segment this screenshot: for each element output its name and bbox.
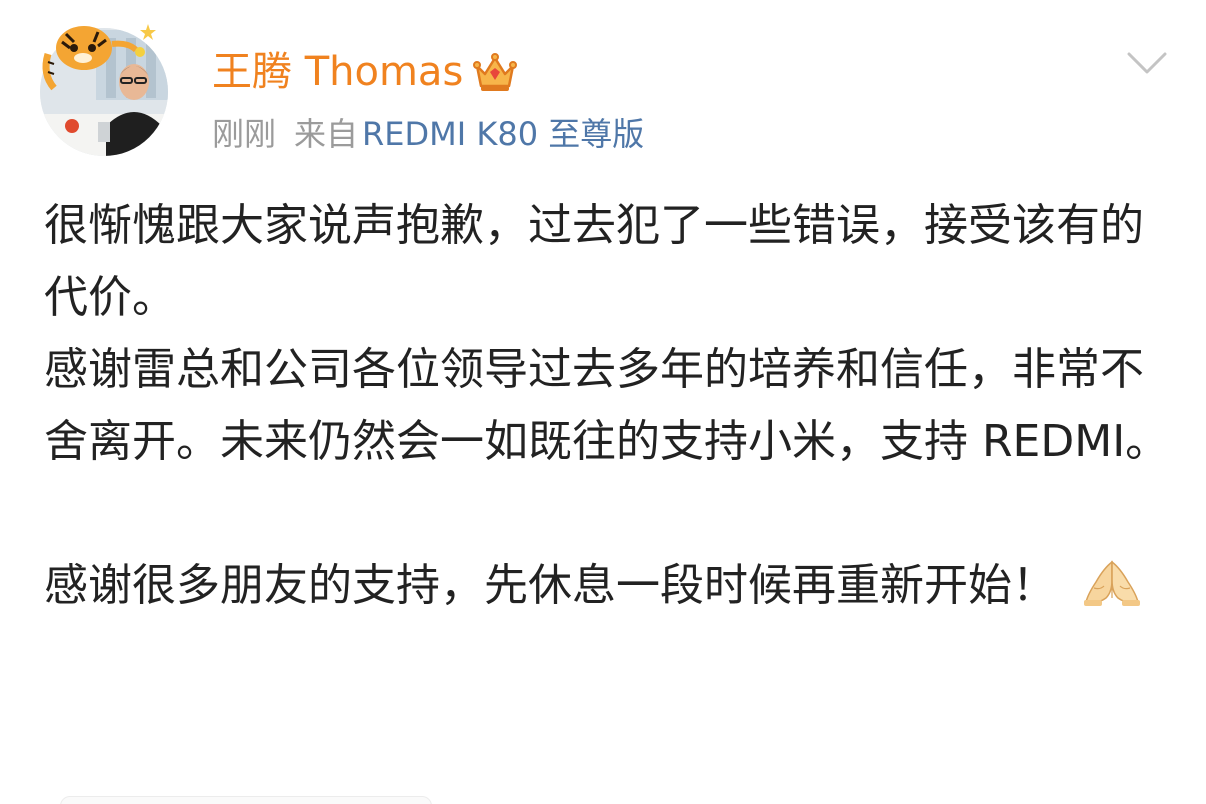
author-row: 王腾 Thomas [212,44,518,100]
post-time: 刚刚 [212,115,277,153]
next-card-edge [60,796,432,804]
post-paragraph-with-emoji: 感谢很多朋友的支持，先休息一段时候再重新开始！ [44,550,1174,622]
source-label: 来自 [294,115,359,153]
post-content: 很惭愧跟大家说声抱歉，过去犯了一些错误，接受该有的代价。 感谢雷总和公司各位领导… [44,190,1174,622]
weibo-post: 王腾 Thomas 刚刚 来自 REDMI K80 至尊版 很惭愧跟大家说声抱歉，过… [0,0,1206,804]
post-paragraph: 很惭愧跟大家说声抱歉，过去犯了一些错误，接受该有的代价。 [44,200,1144,323]
avatar-image [40,24,168,156]
crown-icon [473,53,518,91]
post-paragraph: 感谢雷总和公司各位领导过去多年的培养和信任，非常不舍离开。未来仍然会一如既往的支… [44,344,1170,467]
pray-hands-icon [1084,560,1140,606]
avatar[interactable] [36,14,172,160]
chevron-down-icon[interactable] [1126,48,1168,78]
source-device-link[interactable]: REDMI K80 至尊版 [362,115,644,153]
post-meta: 刚刚 来自 REDMI K80 至尊版 [212,111,644,157]
author-name[interactable]: 王腾 Thomas [212,44,463,100]
post-paragraph: 感谢很多朋友的支持，先休息一段时候再重新开始！ [44,560,1056,611]
